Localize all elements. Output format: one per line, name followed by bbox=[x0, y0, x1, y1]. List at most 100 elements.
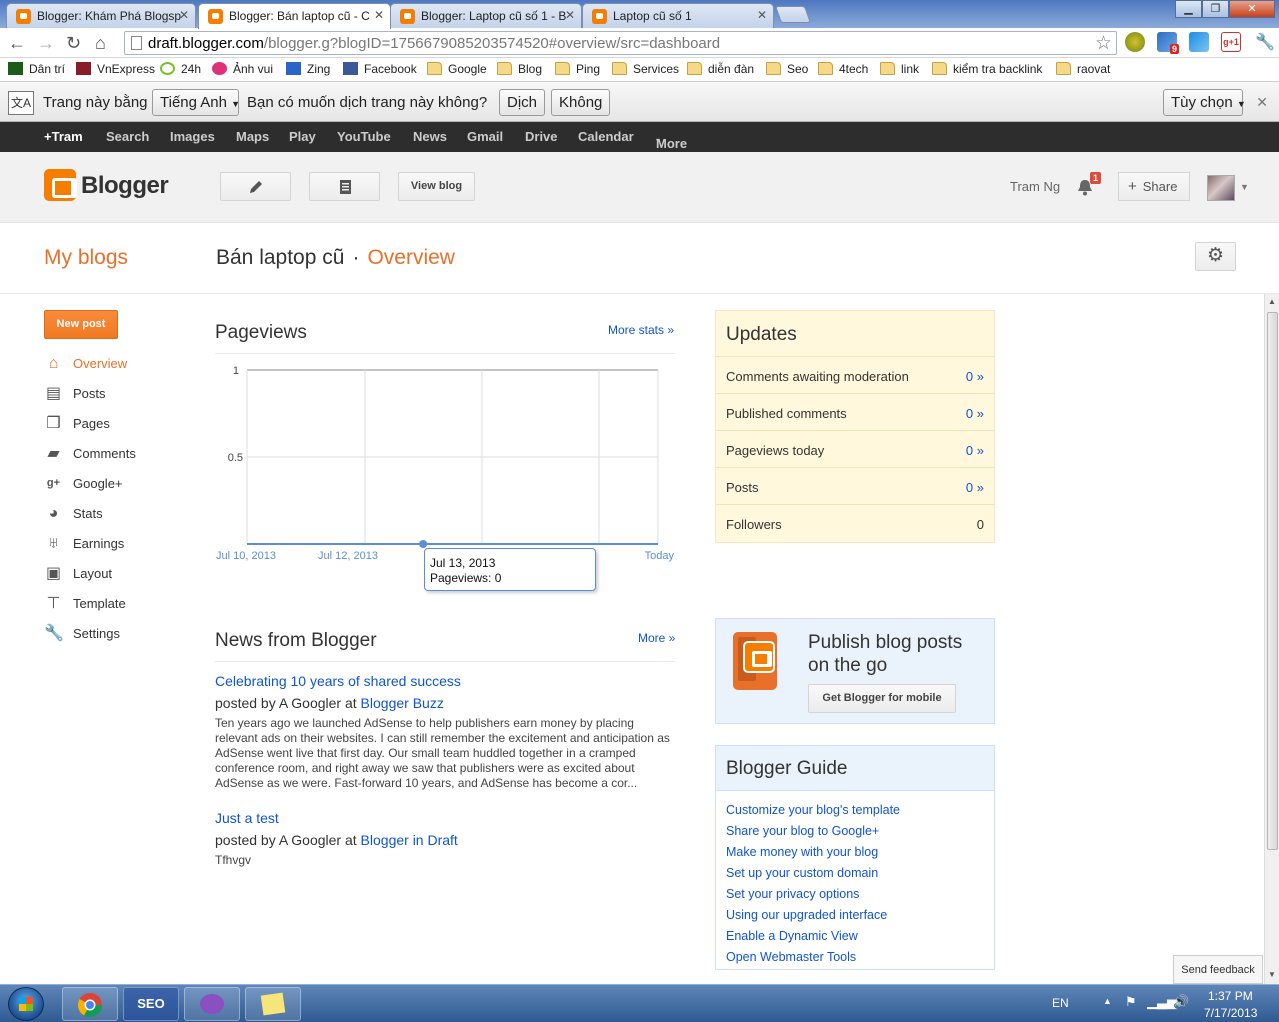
updates-value-link[interactable]: 0 » bbox=[966, 406, 984, 421]
close-window-button[interactable]: ✕ bbox=[1229, 0, 1275, 18]
guide-link[interactable]: Share your blog to Google+ bbox=[726, 824, 879, 838]
view-blog-button[interactable]: View blog bbox=[398, 172, 475, 201]
bookmark-folder[interactable]: 4tech bbox=[818, 62, 868, 76]
news-item-title[interactable]: Just a test bbox=[215, 810, 279, 826]
sidebar-item-overview[interactable]: ⌂ Overview bbox=[44, 354, 184, 374]
sidebar-item-posts[interactable]: ▤ Posts bbox=[44, 384, 184, 404]
close-tab-icon[interactable]: ✕ bbox=[179, 8, 189, 22]
clock-time[interactable]: 1:37 PM bbox=[1208, 989, 1253, 1003]
maximize-button[interactable]: ❐ bbox=[1202, 0, 1229, 18]
send-feedback-button[interactable]: Send feedback bbox=[1173, 955, 1263, 984]
gbar-link[interactable]: Maps bbox=[236, 129, 269, 144]
bookmark-item[interactable]: Facebook bbox=[343, 62, 417, 76]
bookmark-folder[interactable]: link bbox=[880, 62, 919, 76]
updates-value-link[interactable]: 0 » bbox=[966, 443, 984, 458]
sidebar-item-google-plus[interactable]: g+ Google+ bbox=[44, 474, 184, 494]
bookmark-item[interactable]: Ảnh vui bbox=[212, 62, 273, 76]
gbar-link[interactable]: Drive bbox=[525, 129, 558, 144]
gbar-link[interactable]: Images bbox=[170, 129, 215, 144]
bookmark-item[interactable]: VnExpress bbox=[76, 62, 155, 76]
new-post-pencil-button[interactable] bbox=[220, 172, 291, 201]
bookmark-item[interactable]: Zing bbox=[286, 62, 330, 76]
new-tab-button[interactable] bbox=[774, 6, 812, 23]
sidebar-item-stats[interactable]: ◕ Stats bbox=[44, 504, 184, 524]
forward-arrow-icon[interactable]: → bbox=[37, 33, 55, 53]
home-icon[interactable]: ⌂ bbox=[95, 33, 106, 53]
posts-list-button[interactable] bbox=[309, 172, 380, 201]
start-button[interactable] bbox=[8, 987, 44, 1021]
user-name[interactable]: Tram Ng bbox=[1010, 179, 1060, 194]
sidebar-item-earnings[interactable]: ♅ Earnings bbox=[44, 534, 184, 554]
browser-tab[interactable]: Laptop cũ số 1 ✕ bbox=[582, 3, 774, 28]
close-tab-icon[interactable]: ✕ bbox=[374, 8, 384, 22]
close-tab-icon[interactable]: ✕ bbox=[565, 8, 575, 22]
get-blogger-mobile-button[interactable]: Get Blogger for mobile bbox=[808, 684, 956, 713]
extension-sun-icon[interactable] bbox=[1125, 32, 1145, 52]
back-arrow-icon[interactable]: ← bbox=[8, 33, 26, 53]
google-plus-one-icon[interactable]: g+1 bbox=[1221, 32, 1241, 52]
no-translate-button[interactable]: Không bbox=[551, 89, 611, 116]
new-post-button[interactable]: New post bbox=[44, 310, 118, 339]
blogger-logo-text[interactable]: Blogger bbox=[81, 172, 169, 200]
address-bar[interactable]: draft.blogger.com/blogger.g?blogID=17566… bbox=[124, 31, 1117, 55]
sidebar-item-pages[interactable]: ❒ Pages bbox=[44, 414, 184, 434]
sidebar-item-comments[interactable]: ▰ Comments bbox=[44, 444, 184, 464]
guide-link[interactable]: Open Webmaster Tools bbox=[726, 950, 856, 964]
scrollbar-thumb[interactable] bbox=[1267, 312, 1278, 850]
share-button[interactable]: + Share bbox=[1118, 172, 1190, 201]
news-source-link[interactable]: Blogger Buzz bbox=[361, 695, 444, 711]
volume-icon[interactable]: 🔊 bbox=[1173, 994, 1189, 1010]
scroll-up-icon[interactable]: ▲ bbox=[1268, 297, 1276, 306]
tray-expand-icon[interactable]: ▲ bbox=[1103, 996, 1112, 1006]
news-item-title[interactable]: Celebrating 10 years of shared success bbox=[215, 673, 461, 689]
bookmark-folder[interactable]: Google bbox=[427, 62, 487, 76]
updates-value-link[interactable]: 0 » bbox=[966, 480, 984, 495]
minimize-button[interactable]: ▁ bbox=[1175, 0, 1202, 18]
browser-tab[interactable]: Blogger: Khám Phá Blogsp ✕ bbox=[6, 3, 196, 28]
clock-date[interactable]: 7/17/2013 bbox=[1204, 1006, 1257, 1020]
gbar-link[interactable]: YouTube bbox=[337, 129, 391, 144]
browser-tab[interactable]: Blogger: Laptop cũ số 1 - B ✕ bbox=[390, 3, 582, 28]
guide-link[interactable]: Make money with your blog bbox=[726, 845, 878, 859]
guide-link[interactable]: Set up your custom domain bbox=[726, 866, 878, 880]
account-caret-icon[interactable]: ▼ bbox=[1240, 182, 1249, 192]
news-source-link[interactable]: Blogger in Draft bbox=[361, 832, 458, 848]
bookmark-folder[interactable]: diễn đàn bbox=[687, 62, 754, 76]
bookmark-folder[interactable]: kiểm tra backlink bbox=[932, 62, 1042, 76]
translate-options-button[interactable]: Tùy chọn ▼ bbox=[1163, 89, 1246, 116]
page-scrollbar[interactable]: ▲ ▼ bbox=[1264, 294, 1279, 984]
guide-link[interactable]: Enable a Dynamic View bbox=[726, 929, 858, 943]
news-more-link[interactable]: More » bbox=[638, 631, 675, 645]
guide-link[interactable]: Set your privacy options bbox=[726, 887, 859, 901]
wrench-menu-icon[interactable]: 🔧 bbox=[1255, 33, 1275, 53]
action-center-flag-icon[interactable]: ⚑ bbox=[1125, 994, 1137, 1010]
settings-gear-button[interactable]: ⚙ bbox=[1195, 242, 1236, 271]
gbar-link[interactable]: News bbox=[413, 129, 447, 144]
guide-link[interactable]: Using our upgraded interface bbox=[726, 908, 887, 922]
gbar-link[interactable]: Play bbox=[289, 129, 316, 144]
gbar-link[interactable]: Search bbox=[106, 129, 149, 144]
bookmark-item[interactable]: 24h bbox=[160, 62, 201, 76]
bookmark-item[interactable]: Dân trí bbox=[8, 62, 65, 76]
updates-value-link[interactable]: 0 » bbox=[966, 369, 984, 384]
reload-icon[interactable]: ↻ bbox=[66, 33, 81, 53]
browser-tab-active[interactable]: Blogger: Bán laptop cũ - C ✕ bbox=[198, 3, 391, 29]
bookmark-folder[interactable]: Services bbox=[612, 62, 679, 76]
my-blogs-link[interactable]: My blogs bbox=[44, 246, 128, 270]
bookmark-folder[interactable]: Ping bbox=[555, 62, 600, 76]
gbar-profile-link[interactable]: +Tram bbox=[44, 129, 83, 144]
highlighted-data-point[interactable] bbox=[419, 540, 428, 548]
extension-pen-icon[interactable] bbox=[1189, 32, 1209, 52]
guide-link[interactable]: Customize your blog's template bbox=[726, 803, 900, 817]
translate-button[interactable]: Dịch bbox=[499, 89, 546, 116]
chrome-taskbar-button[interactable] bbox=[62, 987, 118, 1021]
seo-taskbar-button[interactable]: SEO bbox=[123, 987, 179, 1021]
gbar-link[interactable]: Gmail bbox=[467, 129, 503, 144]
bookmark-folder[interactable]: raovat bbox=[1056, 62, 1110, 76]
bookmark-folder[interactable]: Blog bbox=[497, 62, 542, 76]
language-indicator[interactable]: EN bbox=[1052, 996, 1069, 1010]
gbar-link[interactable]: Calendar bbox=[578, 129, 634, 144]
close-tab-icon[interactable]: ✕ bbox=[757, 8, 767, 22]
sidebar-item-template[interactable]: ⊤ Template bbox=[44, 594, 184, 614]
language-select[interactable]: Tiếng Anh ▼ bbox=[152, 89, 240, 116]
